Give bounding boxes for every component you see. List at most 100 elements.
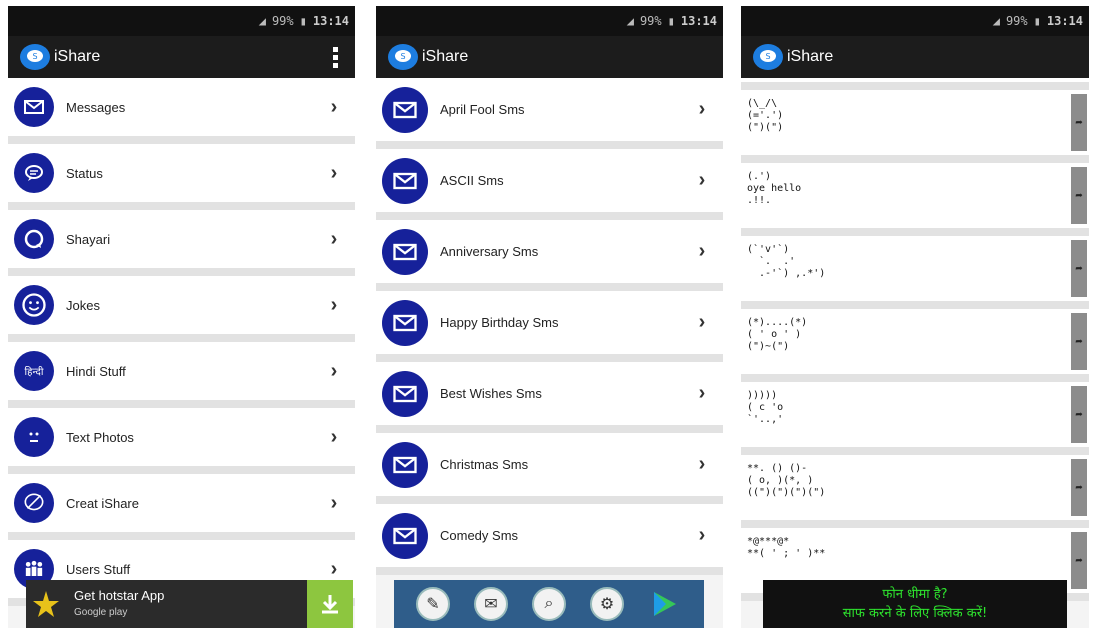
signal-icon: ◢ xyxy=(992,14,1000,28)
compose-icon[interactable]: ✎ xyxy=(416,587,450,621)
screen-sms-categories: ◢ 99% ▮ 13:14 S iShare April Fool Sms › AS… xyxy=(376,6,723,628)
chevron-right-icon: › xyxy=(330,359,338,382)
app-bar: S iShare xyxy=(8,36,355,78)
envelope-icon xyxy=(382,299,428,346)
download-icon[interactable] xyxy=(307,580,353,628)
envelope-icon xyxy=(382,86,428,133)
category-item[interactable]: Anniversary Sms › xyxy=(376,220,723,291)
chevron-right-icon: › xyxy=(698,524,706,546)
menu-item-label: Status xyxy=(66,165,103,181)
chevron-right-icon: › xyxy=(330,95,338,118)
app-logo-icon: S xyxy=(20,44,50,70)
menu-item[interactable]: Jokes › xyxy=(8,276,355,342)
battery-icon: ▮ xyxy=(1033,14,1041,28)
ascii-sms-text: (\_/\ (='.') (")(") xyxy=(747,98,784,133)
share-icon[interactable]: ➦ xyxy=(1071,386,1087,443)
chevron-right-icon: › xyxy=(698,453,706,475)
chevron-right-icon: › xyxy=(698,382,706,404)
clock: 13:14 xyxy=(312,14,349,28)
ad-banner[interactable]: Get hotstar App Google play xyxy=(26,580,353,628)
menu-item[interactable]: Messages › xyxy=(8,78,355,144)
app-title: iShare xyxy=(54,48,101,65)
battery-icon: ▮ xyxy=(299,14,307,28)
ascii-sms-item[interactable]: (`'v'`) `. .' .-'`) ,.*') ➦ xyxy=(741,236,1089,309)
share-icon[interactable]: ➦ xyxy=(1071,459,1087,516)
battery-icon: ▮ xyxy=(667,14,675,28)
chevron-right-icon: › xyxy=(698,169,706,191)
envelope-icon xyxy=(382,441,428,488)
category-item-label: ASCII Sms xyxy=(440,173,504,188)
category-list: April Fool Sms › ASCII Sms › Anniversary Sms… xyxy=(376,78,723,575)
search-icon[interactable]: ⌕ xyxy=(532,587,566,621)
pen-bubble-icon xyxy=(14,483,54,523)
envelope-icon xyxy=(382,157,428,204)
ascii-sms-text: **. () ()- ( o, )(*, ) ((")(")(")(") xyxy=(747,463,826,498)
menu-item[interactable]: Creat iShare › xyxy=(8,474,355,540)
ascii-sms-text: (*)....(*) ( ' o ' ) (")~(") xyxy=(747,317,808,352)
chevron-right-icon: › xyxy=(330,491,338,514)
chevron-right-icon: › xyxy=(698,311,706,333)
menu-item[interactable]: Shayari › xyxy=(8,210,355,276)
text-face-icon xyxy=(14,417,54,457)
clock: 13:14 xyxy=(680,14,717,28)
chevron-right-icon: › xyxy=(330,227,338,250)
share-icon[interactable]: ➦ xyxy=(1071,240,1087,297)
app-logo-icon: S xyxy=(753,44,783,70)
battery-label: 99% xyxy=(271,14,294,28)
category-item[interactable]: Comedy Sms › xyxy=(376,504,723,575)
category-item-label: Comedy Sms xyxy=(440,528,519,543)
envelope-icon xyxy=(382,512,428,559)
app-bar: S iShare xyxy=(376,36,723,78)
menu-item[interactable]: Text Photos › xyxy=(8,408,355,474)
ad-line-1: फोन धीमा है? xyxy=(882,587,948,602)
ad-banner[interactable]: फोन धीमा है? साफ करने के लिए क्लिक करें! xyxy=(763,580,1067,628)
svg-text:S: S xyxy=(400,52,405,61)
ascii-sms-item[interactable]: **. () ()- ( o, )(*, ) ((")(")(")(") ➦ xyxy=(741,455,1089,528)
category-item[interactable]: Happy Birthday Sms › xyxy=(376,291,723,362)
app-bar: S iShare xyxy=(741,36,1089,78)
status-bar: ◢ 99% ▮ 13:14 xyxy=(741,6,1089,36)
hotstar-icon xyxy=(26,580,66,628)
screen-ascii-sms: ◢ 99% ▮ 13:14 S iShare (\_/\ (='.') (")(… xyxy=(741,6,1089,628)
ascii-sms-text: (`'v'`) `. .' .-'`) ,.*') xyxy=(747,244,826,279)
category-item[interactable]: Christmas Sms › xyxy=(376,433,723,504)
chevron-right-icon: › xyxy=(330,293,338,316)
overflow-menu-icon[interactable] xyxy=(333,46,339,68)
envelope-icon xyxy=(382,370,428,417)
category-item[interactable]: Best Wishes Sms › xyxy=(376,362,723,433)
svg-text:S: S xyxy=(32,52,37,61)
category-item-label: Christmas Sms xyxy=(440,457,529,472)
chevron-right-icon: › xyxy=(330,425,338,448)
battery-label: 99% xyxy=(639,14,662,28)
status-bar: ◢ 99% ▮ 13:14 xyxy=(376,6,723,36)
share-icon[interactable]: ➦ xyxy=(1071,532,1087,589)
menu-item[interactable]: हिन्दी Hindi Stuff › xyxy=(8,342,355,408)
gear-icon[interactable]: ⚙ xyxy=(590,587,624,621)
share-icon[interactable]: ➦ xyxy=(1071,167,1087,224)
share-icon[interactable]: ➦ xyxy=(1071,313,1087,370)
chat-icon xyxy=(14,219,54,259)
speech-bubble-icon xyxy=(14,153,54,193)
play-store-icon[interactable] xyxy=(648,587,682,621)
category-item[interactable]: April Fool Sms › xyxy=(376,78,723,149)
ad-title: Get hotstar App xyxy=(74,588,165,603)
status-bar: ◢ 99% ▮ 13:14 xyxy=(8,6,355,36)
menu-item-label: Shayari xyxy=(66,231,111,247)
screen-main-menu: ◢ 99% ▮ 13:14 S iShare Messages › Status › S… xyxy=(8,6,355,628)
bottom-dock: ✎ ✉ ⌕ ⚙ xyxy=(394,580,704,628)
main-menu-list: Messages › Status › Shayari › Jokes › हिन्दी Hind… xyxy=(8,78,355,606)
ascii-sms-item[interactable]: (*)....(*) ( ' o ' ) (")~(") ➦ xyxy=(741,309,1089,382)
menu-item-label: Messages xyxy=(66,99,126,115)
message-icon[interactable]: ✉ xyxy=(474,587,508,621)
menu-item[interactable]: Status › xyxy=(8,144,355,210)
category-item[interactable]: ASCII Sms › xyxy=(376,149,723,220)
chevron-right-icon: › xyxy=(330,161,338,184)
menu-item-label: Jokes xyxy=(66,297,100,313)
category-item-label: April Fool Sms xyxy=(440,102,525,117)
app-logo-icon: S xyxy=(388,44,418,70)
ascii-sms-item[interactable]: (\_/\ (='.') (")(") ➦ xyxy=(741,90,1089,163)
ascii-sms-text: (.') oye hello .!!. xyxy=(747,171,802,206)
ascii-sms-item[interactable]: ))))) ( c 'o `'..,' ➦ xyxy=(741,382,1089,455)
ascii-sms-item[interactable]: (.') oye hello .!!. ➦ xyxy=(741,163,1089,236)
share-icon[interactable]: ➦ xyxy=(1071,94,1087,151)
